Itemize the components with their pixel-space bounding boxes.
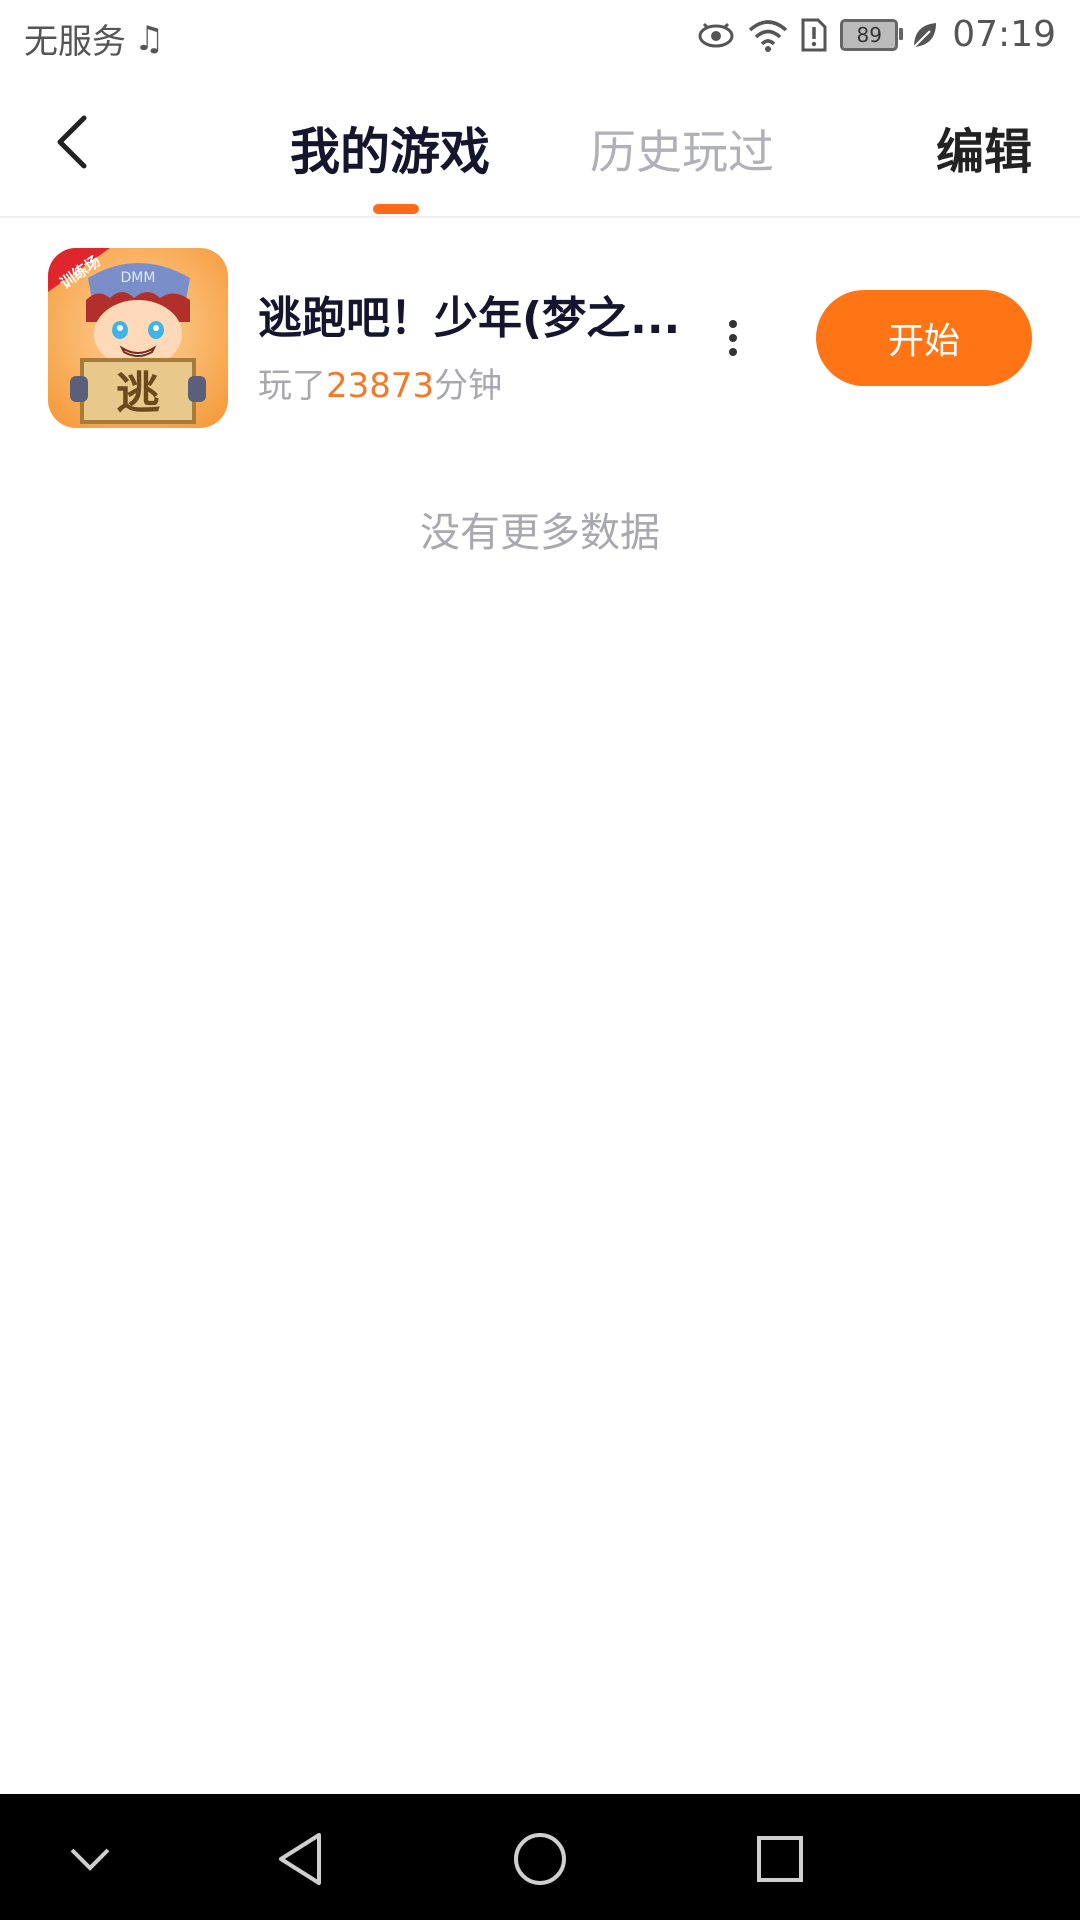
play-time: 玩了23873分钟 [258, 358, 502, 407]
battery-level: 89 [856, 22, 882, 47]
game-artwork: DMM 逃 训练场 [48, 248, 228, 428]
icon-brand: DMM [121, 270, 156, 286]
start-button[interactable]: 开始 [816, 290, 1032, 386]
tab-my-games[interactable]: 我的游戏 [290, 112, 490, 184]
top-header: 我的游戏 历史玩过 编辑 [0, 76, 1080, 218]
no-more-data-text: 没有更多数据 [420, 510, 660, 556]
battery-icon: 89 [840, 18, 904, 51]
tab-indicator [373, 204, 419, 214]
status-left: 无服务 ♫ [24, 14, 164, 63]
music-icon: ♫ [134, 18, 165, 59]
tab-history-played[interactable]: 历史玩过 [590, 116, 774, 182]
eye-icon [698, 22, 734, 47]
play-time-suffix: 分钟 [434, 366, 503, 406]
icon-sign: 逃 [116, 368, 160, 419]
carrier-text: 无服务 [24, 22, 126, 62]
back-button[interactable] [40, 110, 104, 174]
game-list-item[interactable]: DMM 逃 训练场 逃跑吧！少年(梦之... 玩了23873分钟 开始 [0, 236, 1080, 436]
leaf-icon [913, 22, 937, 48]
clock-time: 07:19 [952, 14, 1056, 55]
navigation-bar [0, 1794, 1080, 1920]
edit-button[interactable]: 编辑 [936, 112, 1032, 182]
wifi-icon [749, 19, 788, 52]
game-title[interactable]: 逃跑吧！少年(梦之... [258, 282, 680, 346]
play-time-prefix: 玩了 [258, 366, 326, 406]
collapse-icon[interactable] [55, 1824, 125, 1894]
game-icon[interactable]: DMM 逃 训练场 [48, 248, 228, 428]
sim-alert-icon [801, 18, 827, 51]
status-bar: 无服务 ♫ 89 07:19 [0, 0, 1080, 76]
status-right: 89 07:19 [684, 14, 1056, 55]
play-time-minutes: 23873 [326, 366, 435, 406]
home-circle-icon[interactable] [505, 1824, 575, 1894]
back-triangle-icon[interactable] [265, 1824, 335, 1894]
more-options-icon[interactable] [718, 308, 748, 368]
chevron-left-icon [57, 115, 87, 169]
recents-square-icon[interactable] [745, 1824, 815, 1894]
